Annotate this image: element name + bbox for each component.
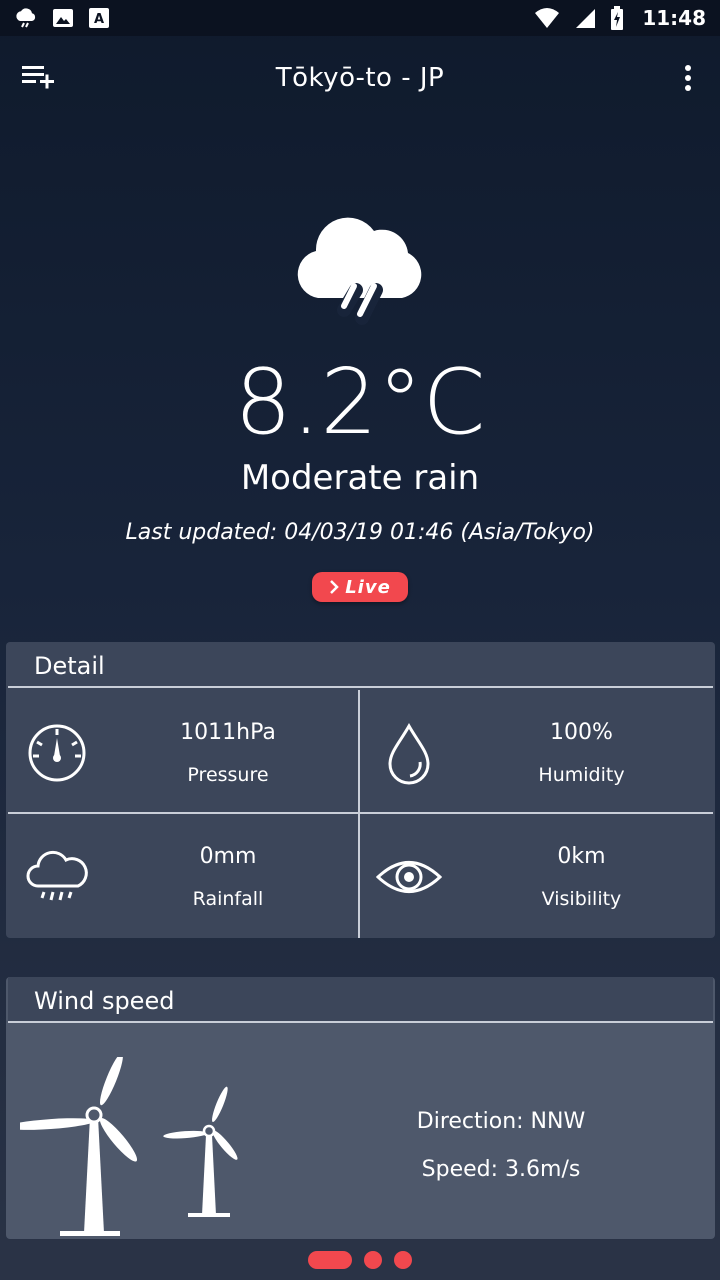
visibility-value: 0km [557, 844, 606, 869]
live-button[interactable]: Live [312, 572, 408, 602]
status-time: 11:48 [642, 6, 706, 30]
image-notification-icon [53, 9, 73, 27]
humidity-label: Humidity [538, 764, 625, 786]
svg-text:A: A [94, 12, 104, 27]
rainfall-label: Rainfall [192, 888, 264, 910]
playlist-add-icon [22, 66, 54, 89]
wifi-icon [535, 8, 560, 28]
status-notifications: A [14, 7, 110, 29]
more-vert-icon [685, 65, 691, 91]
rainfall-value: 0mm [199, 844, 257, 869]
pressure-cell: 1011hPa Pressure [8, 690, 360, 814]
weather-notification-icon [16, 8, 36, 28]
signal-icon [576, 9, 596, 28]
pressure-label: Pressure [187, 764, 269, 786]
pressure-value: 1011hPa [180, 720, 276, 745]
chevron-right-icon [330, 580, 339, 594]
wind-turbine-icon [20, 1057, 238, 1236]
rain-cloud-icon [297, 217, 422, 325]
page-dot-2[interactable] [364, 1251, 382, 1269]
text-notification-icon: A [89, 8, 109, 28]
visibility-label: Visibility [541, 888, 622, 910]
status-bar: A 11:48 [0, 0, 720, 36]
last-updated-text: Last updated: 04/03/19 01:46 (Asia/Tokyo… [125, 520, 595, 545]
detail-card-title: Detail [8, 642, 713, 688]
page-dot-1[interactable] [308, 1251, 352, 1269]
humidity-cell: 100% Humidity [360, 690, 713, 814]
gauge-icon [28, 724, 86, 782]
detail-grid: 1011hPa Pressure 100% Humidity 0mm Rainf… [8, 690, 713, 938]
current-temperature: 8.2°C [234, 350, 486, 455]
eye-icon [376, 861, 442, 893]
page-dot-3[interactable] [394, 1251, 412, 1269]
page-indicator [0, 1240, 720, 1280]
humidity-value: 100% [550, 720, 613, 745]
battery-charging-icon [611, 6, 624, 30]
page-title: Tōkyō-to - JP [275, 63, 445, 93]
weather-condition: Moderate rain [240, 458, 480, 498]
visibility-cell: 0km Visibility [360, 814, 713, 938]
wind-card-title: Wind speed [8, 977, 713, 1023]
add-location-button[interactable] [22, 62, 62, 94]
wind-speed: Speed: 3.6m/s [421, 1157, 581, 1182]
app-bar: Tōkyō-to - JP [0, 36, 720, 120]
overflow-menu-button[interactable] [676, 62, 700, 94]
rain-cloud-icon [26, 850, 88, 901]
water-drop-icon [388, 722, 430, 785]
wind-direction: Direction: NNW [416, 1109, 586, 1134]
wind-card: Wind speed Direction: NNW Speed: 3.6m/s [6, 977, 715, 1239]
live-label: Live [345, 576, 391, 598]
detail-card: Detail 1011hPa Pressure 100% Humidity 0m… [6, 642, 715, 938]
rainfall-cell: 0mm Rainfall [8, 814, 360, 938]
status-system: 11:48 [534, 6, 706, 30]
